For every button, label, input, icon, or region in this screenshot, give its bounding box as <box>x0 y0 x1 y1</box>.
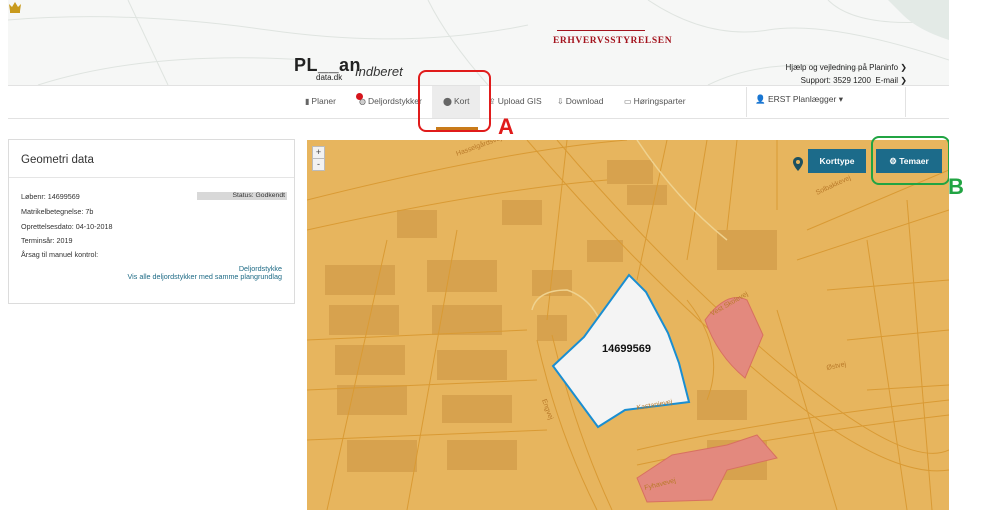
download-icon: ⇩ <box>557 97 564 106</box>
brand-rule <box>557 30 645 31</box>
document-icon: ▮ <box>305 97 310 106</box>
divider <box>746 87 747 117</box>
show-all-link[interactable]: Vis alle deljordstykker med samme plangr… <box>128 272 282 281</box>
map-canvas: Hasselgårdsvej Vest Skolevej Kastanievej… <box>307 140 949 510</box>
support-phone: Support: 3529 1200 <box>800 76 871 85</box>
terminsaar-field: Terminsår: 2019 <box>21 236 73 245</box>
aarsag-field: Årsag til manuel kontrol: <box>21 250 99 259</box>
annotation-box-a <box>418 70 491 132</box>
nav-planer[interactable]: ▮ Planer <box>305 96 336 106</box>
chevron-right-icon: ❯ <box>900 76 907 85</box>
street-label: Engvej <box>540 398 554 421</box>
map-view[interactable]: Hasselgårdsvej Vest Skolevej Kastanievej… <box>307 140 949 510</box>
logo-sub-text: data.dk <box>316 73 343 82</box>
nav-hoeringsparter[interactable]: ▭ Høringsparter <box>624 96 686 106</box>
help-box: Hjælp og vejledning på Planinfo ❯ Suppor… <box>786 61 907 85</box>
nav-download[interactable]: ⇩ Download <box>557 96 604 106</box>
oprettet-field: Oprettelsesdato: 04-10-2018 <box>21 222 113 231</box>
email-link[interactable]: E-mail <box>875 76 898 85</box>
caret-down-icon: ▾ <box>838 94 843 104</box>
zoom-out-button[interactable]: - <box>312 158 325 171</box>
brand-name: ERHVERVSSTYRELSEN <box>553 36 673 46</box>
annotation-label-b: B <box>948 174 964 199</box>
annotation-box-b <box>871 136 949 185</box>
divider <box>905 87 906 117</box>
user-menu[interactable]: 👤 ERST Planlægger ▾ <box>755 94 843 105</box>
panel-title: Geometri data <box>9 140 294 178</box>
street-label: Solbakkevej <box>815 174 853 196</box>
parcel-label: 14699569 <box>602 343 651 355</box>
geometry-panel: Geometri data Løbenr: 14699569 Status: G… <box>8 139 295 304</box>
user-icon: 👤 <box>755 94 766 104</box>
planinfo-logo[interactable]: PL__an data.dk <box>294 55 364 82</box>
portal-title: Indberet <box>355 64 403 79</box>
matrikel-field: Matrikelbetegnelse: 7b <box>21 207 94 216</box>
street-label: Østvej <box>826 361 847 372</box>
app-frame: ERHVERVSSTYRELSEN PL__an data.dk Indbere… <box>8 0 949 515</box>
loebenr-field: Løbenr: 14699569 <box>21 192 80 201</box>
id-card-icon: ▭ <box>624 97 632 106</box>
status-badge: Status: Godkendt <box>197 192 287 200</box>
nav-upload-gis[interactable]: ⇪ Upload GIS <box>489 96 542 106</box>
nav-deljordstykker[interactable]: ◍ Deljordstykker <box>359 96 422 106</box>
help-link[interactable]: Hjælp og vejledning på Planinfo <box>786 63 899 72</box>
annotation-label-a: A <box>498 114 514 139</box>
crown-icon <box>9 2 21 13</box>
street-label: Hasselgårdsvej <box>455 140 503 158</box>
chevron-right-icon: ❯ <box>900 63 907 72</box>
notification-dot <box>356 93 363 100</box>
location-pin-icon[interactable] <box>793 157 803 171</box>
korttype-button[interactable]: Korttype <box>808 149 866 173</box>
